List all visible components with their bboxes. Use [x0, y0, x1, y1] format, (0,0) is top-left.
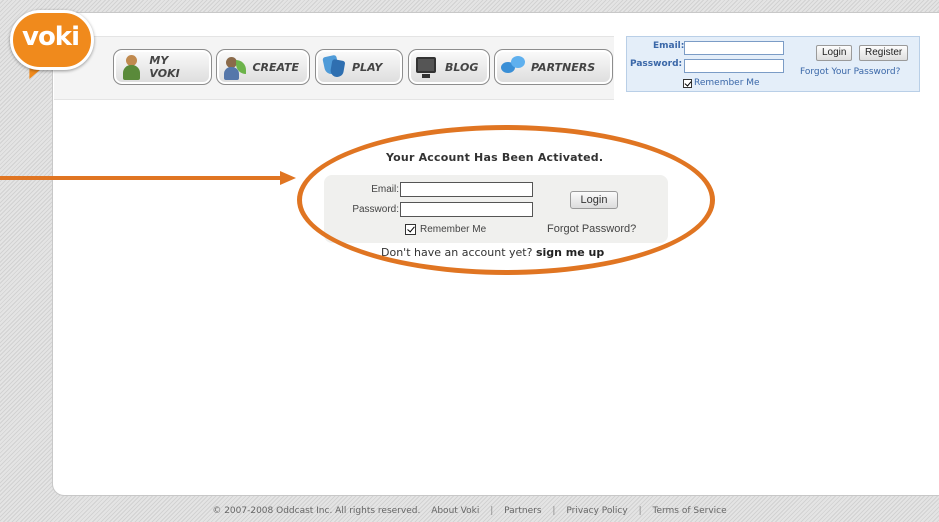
nav-partners-button[interactable]: PARTNERS	[494, 49, 613, 85]
footer: © 2007-2008 Oddcast Inc. All rights rese…	[0, 506, 939, 516]
header-remember-label: Remember Me	[694, 78, 760, 88]
create-icon	[223, 54, 246, 80]
header-register-button[interactable]: Register	[859, 45, 909, 61]
monitor-icon	[415, 54, 437, 80]
nav-label: MY VOKI	[149, 54, 180, 80]
header-login-button[interactable]: Login	[816, 45, 853, 61]
header-forgot-password-link[interactable]: Forgot Your Password?	[800, 67, 900, 77]
logo-text: voki	[22, 22, 80, 52]
footer-separator: |	[638, 506, 642, 516]
annotation-arrow-line	[0, 176, 282, 180]
voki-logo[interactable]: voki	[10, 10, 94, 84]
footer-link-partners[interactable]: Partners	[504, 506, 541, 516]
nav-label: PLAY	[352, 60, 383, 74]
footer-copyright: © 2007-2008 Oddcast Inc. All rights rese…	[212, 506, 421, 516]
nav-label: PARTNERS	[531, 60, 596, 74]
header-remember-me[interactable]: Remember Me	[683, 78, 760, 88]
header-password-input[interactable]	[684, 59, 784, 73]
nav-my-voki-button[interactable]: MY VOKI	[113, 49, 212, 85]
footer-separator: |	[552, 506, 556, 516]
nav-label: CREATE	[252, 60, 299, 74]
footer-link-privacy[interactable]: Privacy Policy	[566, 506, 627, 516]
annotation-ellipse	[297, 125, 715, 275]
header-password-label: Password:	[630, 59, 683, 69]
header-email-label: Email:	[653, 41, 685, 51]
footer-link-about[interactable]: About Voki	[431, 506, 479, 516]
header-remember-checkbox[interactable]	[683, 78, 692, 88]
person-icon	[120, 54, 141, 80]
nav-create-button[interactable]: CREATE	[216, 49, 310, 85]
nav-label: BLOG	[445, 60, 479, 74]
annotation-arrow-head	[280, 171, 296, 185]
header-email-input[interactable]	[684, 41, 784, 55]
speech-bubbles-icon	[501, 54, 525, 80]
header-login-box: Email: Password: Login Register Forgot Y…	[626, 36, 920, 92]
nav-play-button[interactable]: PLAY	[315, 49, 403, 85]
footer-separator: |	[490, 506, 494, 516]
masks-icon	[322, 54, 346, 80]
nav-blog-button[interactable]: BLOG	[408, 49, 490, 85]
footer-link-terms[interactable]: Terms of Service	[652, 506, 726, 516]
